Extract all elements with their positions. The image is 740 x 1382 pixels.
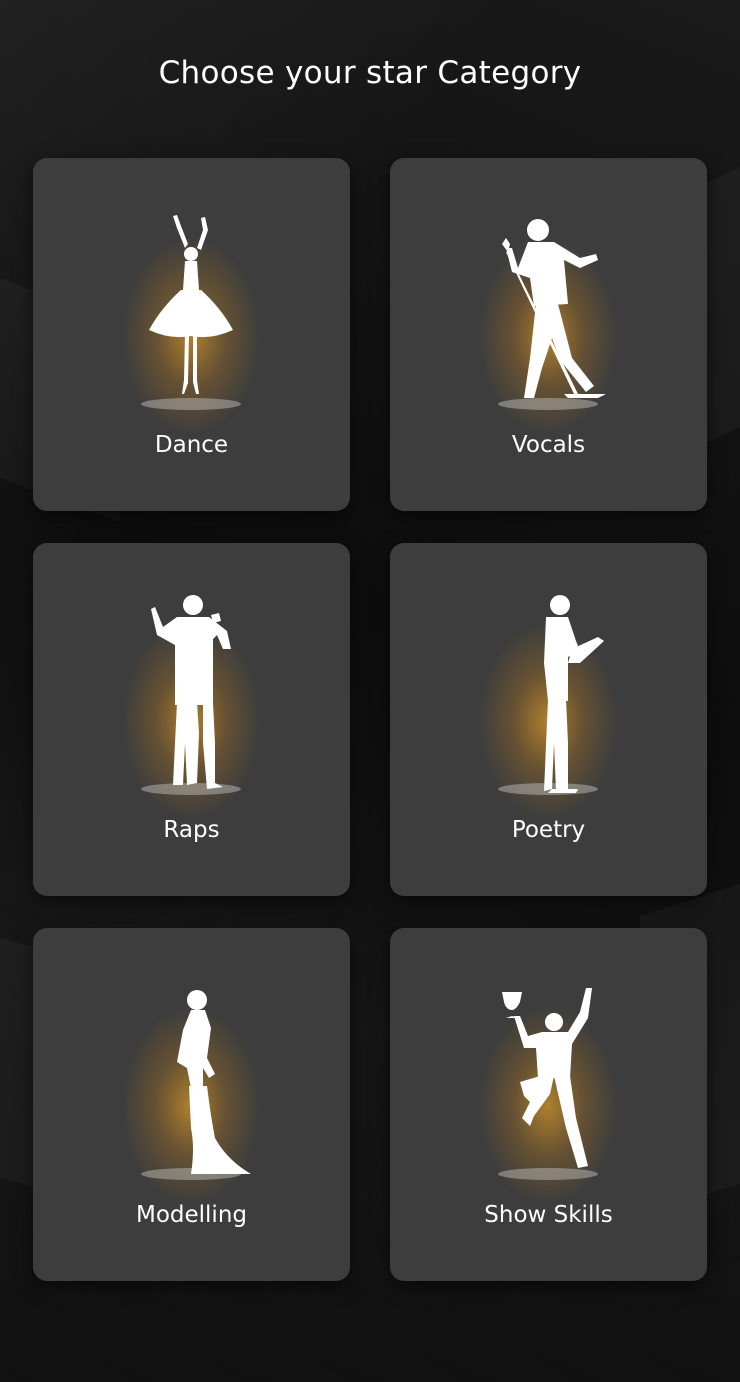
man-holding-trophy-silhouette-icon xyxy=(502,988,592,1168)
man-reading-book-silhouette-icon xyxy=(544,595,604,793)
rapper-with-mic-silhouette-icon xyxy=(151,595,231,789)
category-label: Modelling xyxy=(135,1202,247,1228)
category-card-raps[interactable]: Raps xyxy=(33,543,350,896)
category-label: Raps xyxy=(163,817,220,843)
category-card-vocals[interactable]: Vocals xyxy=(390,158,707,511)
category-card-modelling[interactable]: Modelling xyxy=(33,928,350,1281)
category-label: Dance xyxy=(154,432,229,458)
category-label: Show Skills xyxy=(484,1202,613,1228)
category-label: Vocals xyxy=(511,432,586,458)
model-in-gown-silhouette-icon xyxy=(177,990,251,1174)
ballerina-silhouette-icon xyxy=(149,215,233,394)
singer-with-mic-stand-silhouette-icon xyxy=(502,219,606,398)
category-label: Poetry xyxy=(511,817,586,843)
category-grid: Dance Vocals Raps Poetry Modelling Show … xyxy=(33,158,707,1281)
category-card-poetry[interactable]: Poetry xyxy=(390,543,707,896)
page-title: Choose your star Category xyxy=(158,55,582,91)
category-card-show-skills[interactable]: Show Skills xyxy=(390,928,707,1281)
category-card-dance[interactable]: Dance xyxy=(33,158,350,511)
